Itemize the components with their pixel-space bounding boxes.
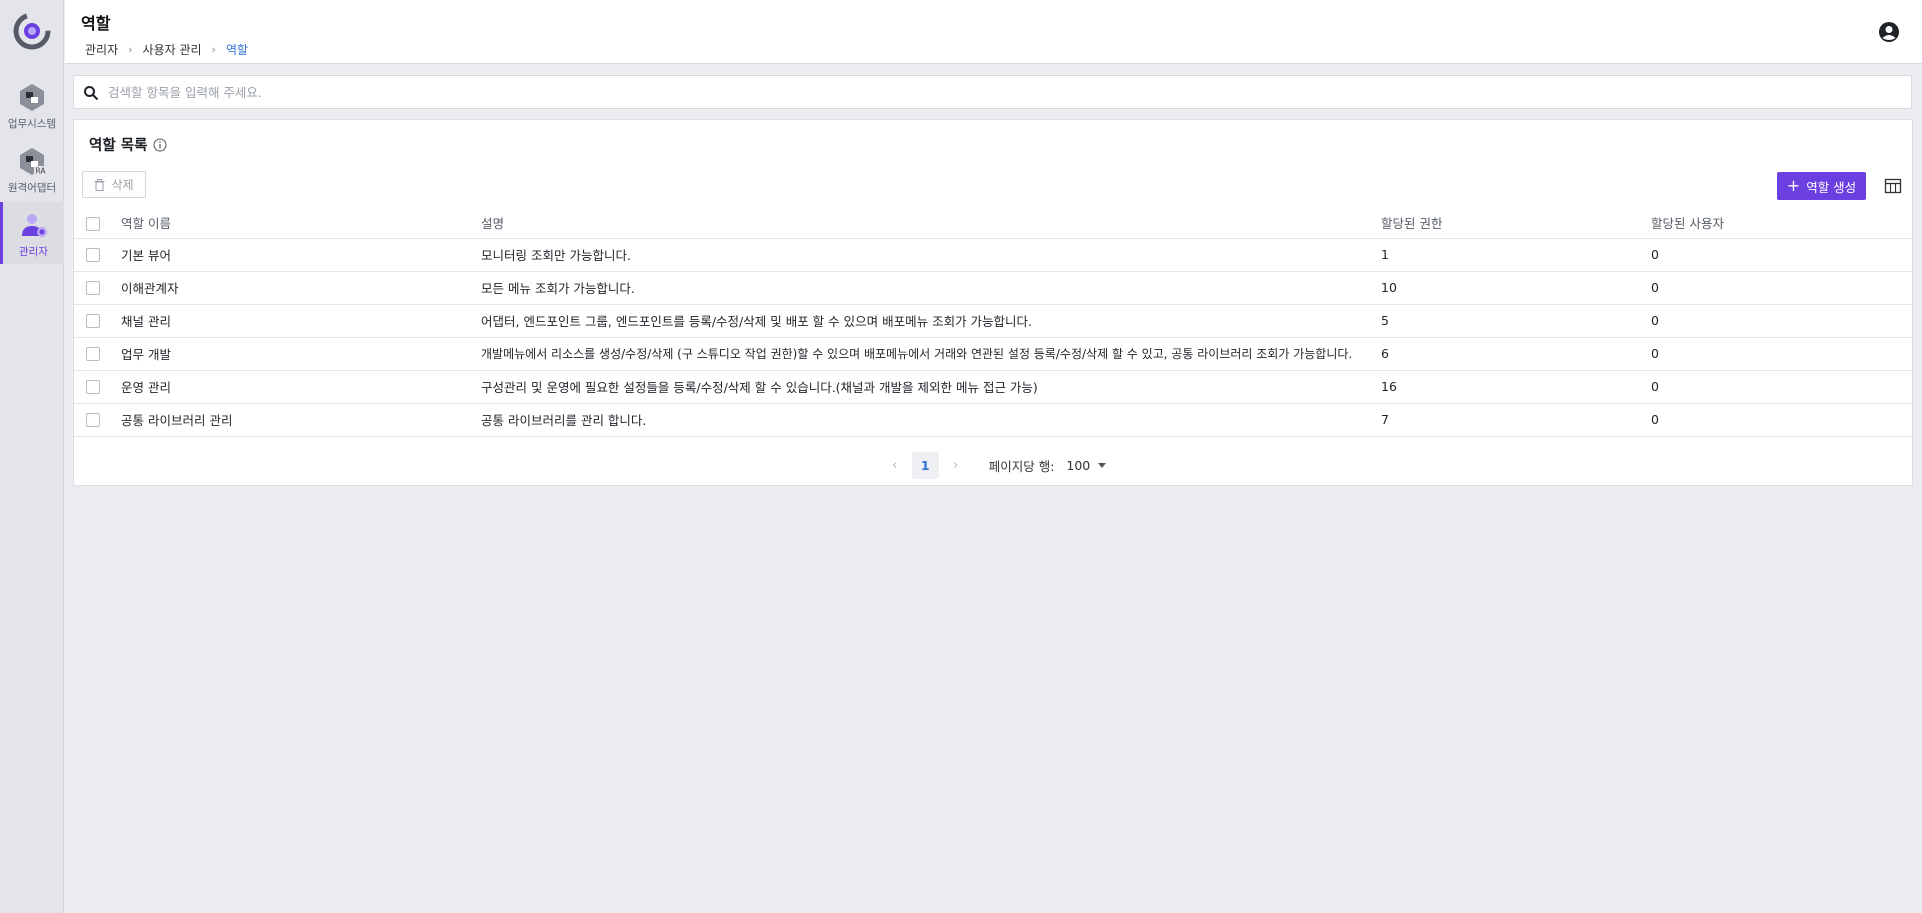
- sidebar-item-business-system[interactable]: 업무시스템: [0, 74, 64, 136]
- column-header-permissions[interactable]: 할당된 권한: [1381, 208, 1651, 239]
- page-title: 역할: [81, 14, 111, 33]
- chevron-right-icon: ›: [128, 43, 133, 56]
- assigned-permissions: 6: [1381, 337, 1651, 371]
- column-header-users[interactable]: 할당된 사용자: [1651, 208, 1912, 239]
- role-description: 공통 라이브러리를 관리 합니다.: [481, 403, 1381, 437]
- header-checkbox-cell: [74, 208, 121, 239]
- sidebar: 업무시스템 RA 원격어댑터 관리자: [0, 0, 64, 913]
- role-description: 구성관리 및 운영에 필요한 설정들을 등록/수정/삭제 할 수 있습니다.(채…: [481, 370, 1381, 404]
- business-system-icon: [20, 84, 44, 111]
- breadcrumb: 관리자 › 사용자 관리 › 역할: [85, 41, 248, 58]
- create-role-label: 역할 생성: [1806, 179, 1857, 195]
- assigned-users: 0: [1651, 403, 1912, 437]
- role-list-card: 역할 목록 삭제 + 역할 생성 역할 이름 설명 할당된 권한 할당된 사용자…: [73, 119, 1913, 486]
- assigned-users: 0: [1651, 370, 1912, 404]
- plus-icon: +: [1786, 176, 1801, 195]
- user-account-icon[interactable]: [1878, 21, 1900, 43]
- table-row[interactable]: 기본 뷰어 모니터링 조회만 가능합니다. 1 0: [74, 238, 1912, 272]
- role-name[interactable]: 운영 관리: [121, 370, 481, 404]
- row-checkbox[interactable]: [86, 380, 100, 395]
- table-header-row: 역할 이름 설명 할당된 권한 할당된 사용자: [74, 208, 1912, 239]
- assigned-users: 0: [1651, 337, 1912, 371]
- sidebar-item-admin[interactable]: 관리자: [0, 202, 64, 264]
- rows-per-page-label: 페이지당 행:: [988, 458, 1055, 474]
- assigned-permissions: 1: [1381, 238, 1651, 272]
- chevron-right-icon: ›: [211, 43, 216, 56]
- search-input[interactable]: [108, 76, 1898, 108]
- role-name[interactable]: 공통 라이브러리 관리: [121, 403, 481, 437]
- table-row[interactable]: 업무 개발 개발메뉴에서 리소스를 생성/수정/삭제 (구 스튜디오 작업 권한…: [74, 337, 1912, 371]
- row-checkbox[interactable]: [86, 248, 100, 263]
- row-checkbox[interactable]: [86, 347, 100, 362]
- rows-per-page-select[interactable]: 100: [1066, 457, 1107, 473]
- assigned-permissions: 5: [1381, 304, 1651, 338]
- role-name[interactable]: 기본 뷰어: [121, 238, 481, 272]
- role-table: 역할 이름 설명 할당된 권한 할당된 사용자 기본 뷰어 모니터링 조회만 가…: [74, 208, 1912, 437]
- ra-badge: RA: [35, 167, 46, 176]
- card-title: 역할 목록: [89, 134, 167, 155]
- page-number-current[interactable]: 1: [911, 451, 939, 479]
- app-logo-icon[interactable]: [13, 12, 51, 50]
- column-header-description[interactable]: 설명: [481, 208, 1381, 239]
- select-all-checkbox[interactable]: [86, 216, 100, 231]
- sidebar-item-label: 원격어댑터: [7, 182, 57, 194]
- table-row[interactable]: 운영 관리 구성관리 및 운영에 필요한 설정들을 등록/수정/삭제 할 수 있…: [74, 370, 1912, 404]
- caret-down-icon: [1098, 462, 1107, 468]
- create-role-button[interactable]: + 역할 생성: [1777, 172, 1866, 200]
- row-checkbox[interactable]: [86, 281, 100, 296]
- remote-adapter-icon: RA: [20, 148, 47, 176]
- table-row[interactable]: 채널 관리 어댑터, 엔드포인트 그룹, 엔드포인트를 등록/수정/삭제 및 배…: [74, 304, 1912, 338]
- row-checkbox[interactable]: [86, 413, 100, 428]
- breadcrumb-item-admin[interactable]: 관리자: [85, 41, 118, 58]
- role-description: 모든 메뉴 조회가 가능합니다.: [481, 271, 1381, 305]
- assigned-users: 0: [1651, 304, 1912, 338]
- delete-button-label: 삭제: [111, 178, 134, 192]
- info-icon[interactable]: [153, 138, 167, 152]
- role-name[interactable]: 업무 개발: [121, 337, 481, 371]
- delete-button[interactable]: 삭제: [82, 171, 146, 198]
- column-header-name[interactable]: 역할 이름: [121, 208, 481, 239]
- chevron-left-icon[interactable]: ‹: [880, 458, 910, 473]
- role-list-title: 역할 목록: [89, 138, 148, 154]
- role-name[interactable]: 채널 관리: [121, 304, 481, 338]
- row-checkbox[interactable]: [86, 314, 100, 329]
- table-row[interactable]: 공통 라이브러리 관리 공통 라이브러리를 관리 합니다. 7 0: [74, 403, 1912, 437]
- admin-user-icon: [21, 214, 47, 237]
- search-bar: [73, 75, 1912, 109]
- table-row[interactable]: 이해관계자 모든 메뉴 조회가 가능합니다. 10 0: [74, 271, 1912, 305]
- role-description: 모니터링 조회만 가능합니다.: [481, 238, 1381, 272]
- chevron-right-icon[interactable]: ›: [941, 458, 971, 473]
- role-description: 개발메뉴에서 리소스를 생성/수정/삭제 (구 스튜디오 작업 권한)할 수 있…: [481, 337, 1381, 371]
- assigned-users: 0: [1651, 238, 1912, 272]
- sidebar-item-label: 업무시스템: [7, 118, 57, 130]
- assigned-permissions: 16: [1381, 370, 1651, 404]
- sidebar-item-remote-adapter[interactable]: RA 원격어댑터: [0, 138, 64, 200]
- assigned-permissions: 7: [1381, 403, 1651, 437]
- role-name[interactable]: 이해관계자: [121, 271, 481, 305]
- assigned-users: 0: [1651, 271, 1912, 305]
- pagination: ‹ 1 › 페이지당 행: 100: [74, 450, 1912, 480]
- assigned-permissions: 10: [1381, 271, 1651, 305]
- role-description: 어댑터, 엔드포인트 그룹, 엔드포인트를 등록/수정/삭제 및 배포 할 수 …: [481, 304, 1381, 338]
- header: 역할 관리자 › 사용자 관리 › 역할: [65, 0, 1922, 64]
- breadcrumb-item-user-management[interactable]: 사용자 관리: [143, 41, 202, 58]
- trash-icon: [94, 178, 105, 191]
- breadcrumb-item-role: 역할: [225, 43, 249, 57]
- sidebar-item-label: 관리자: [19, 246, 48, 258]
- search-icon: [84, 86, 99, 101]
- column-settings-icon[interactable]: [1884, 177, 1902, 195]
- rows-per-page-value: 100: [1066, 457, 1091, 473]
